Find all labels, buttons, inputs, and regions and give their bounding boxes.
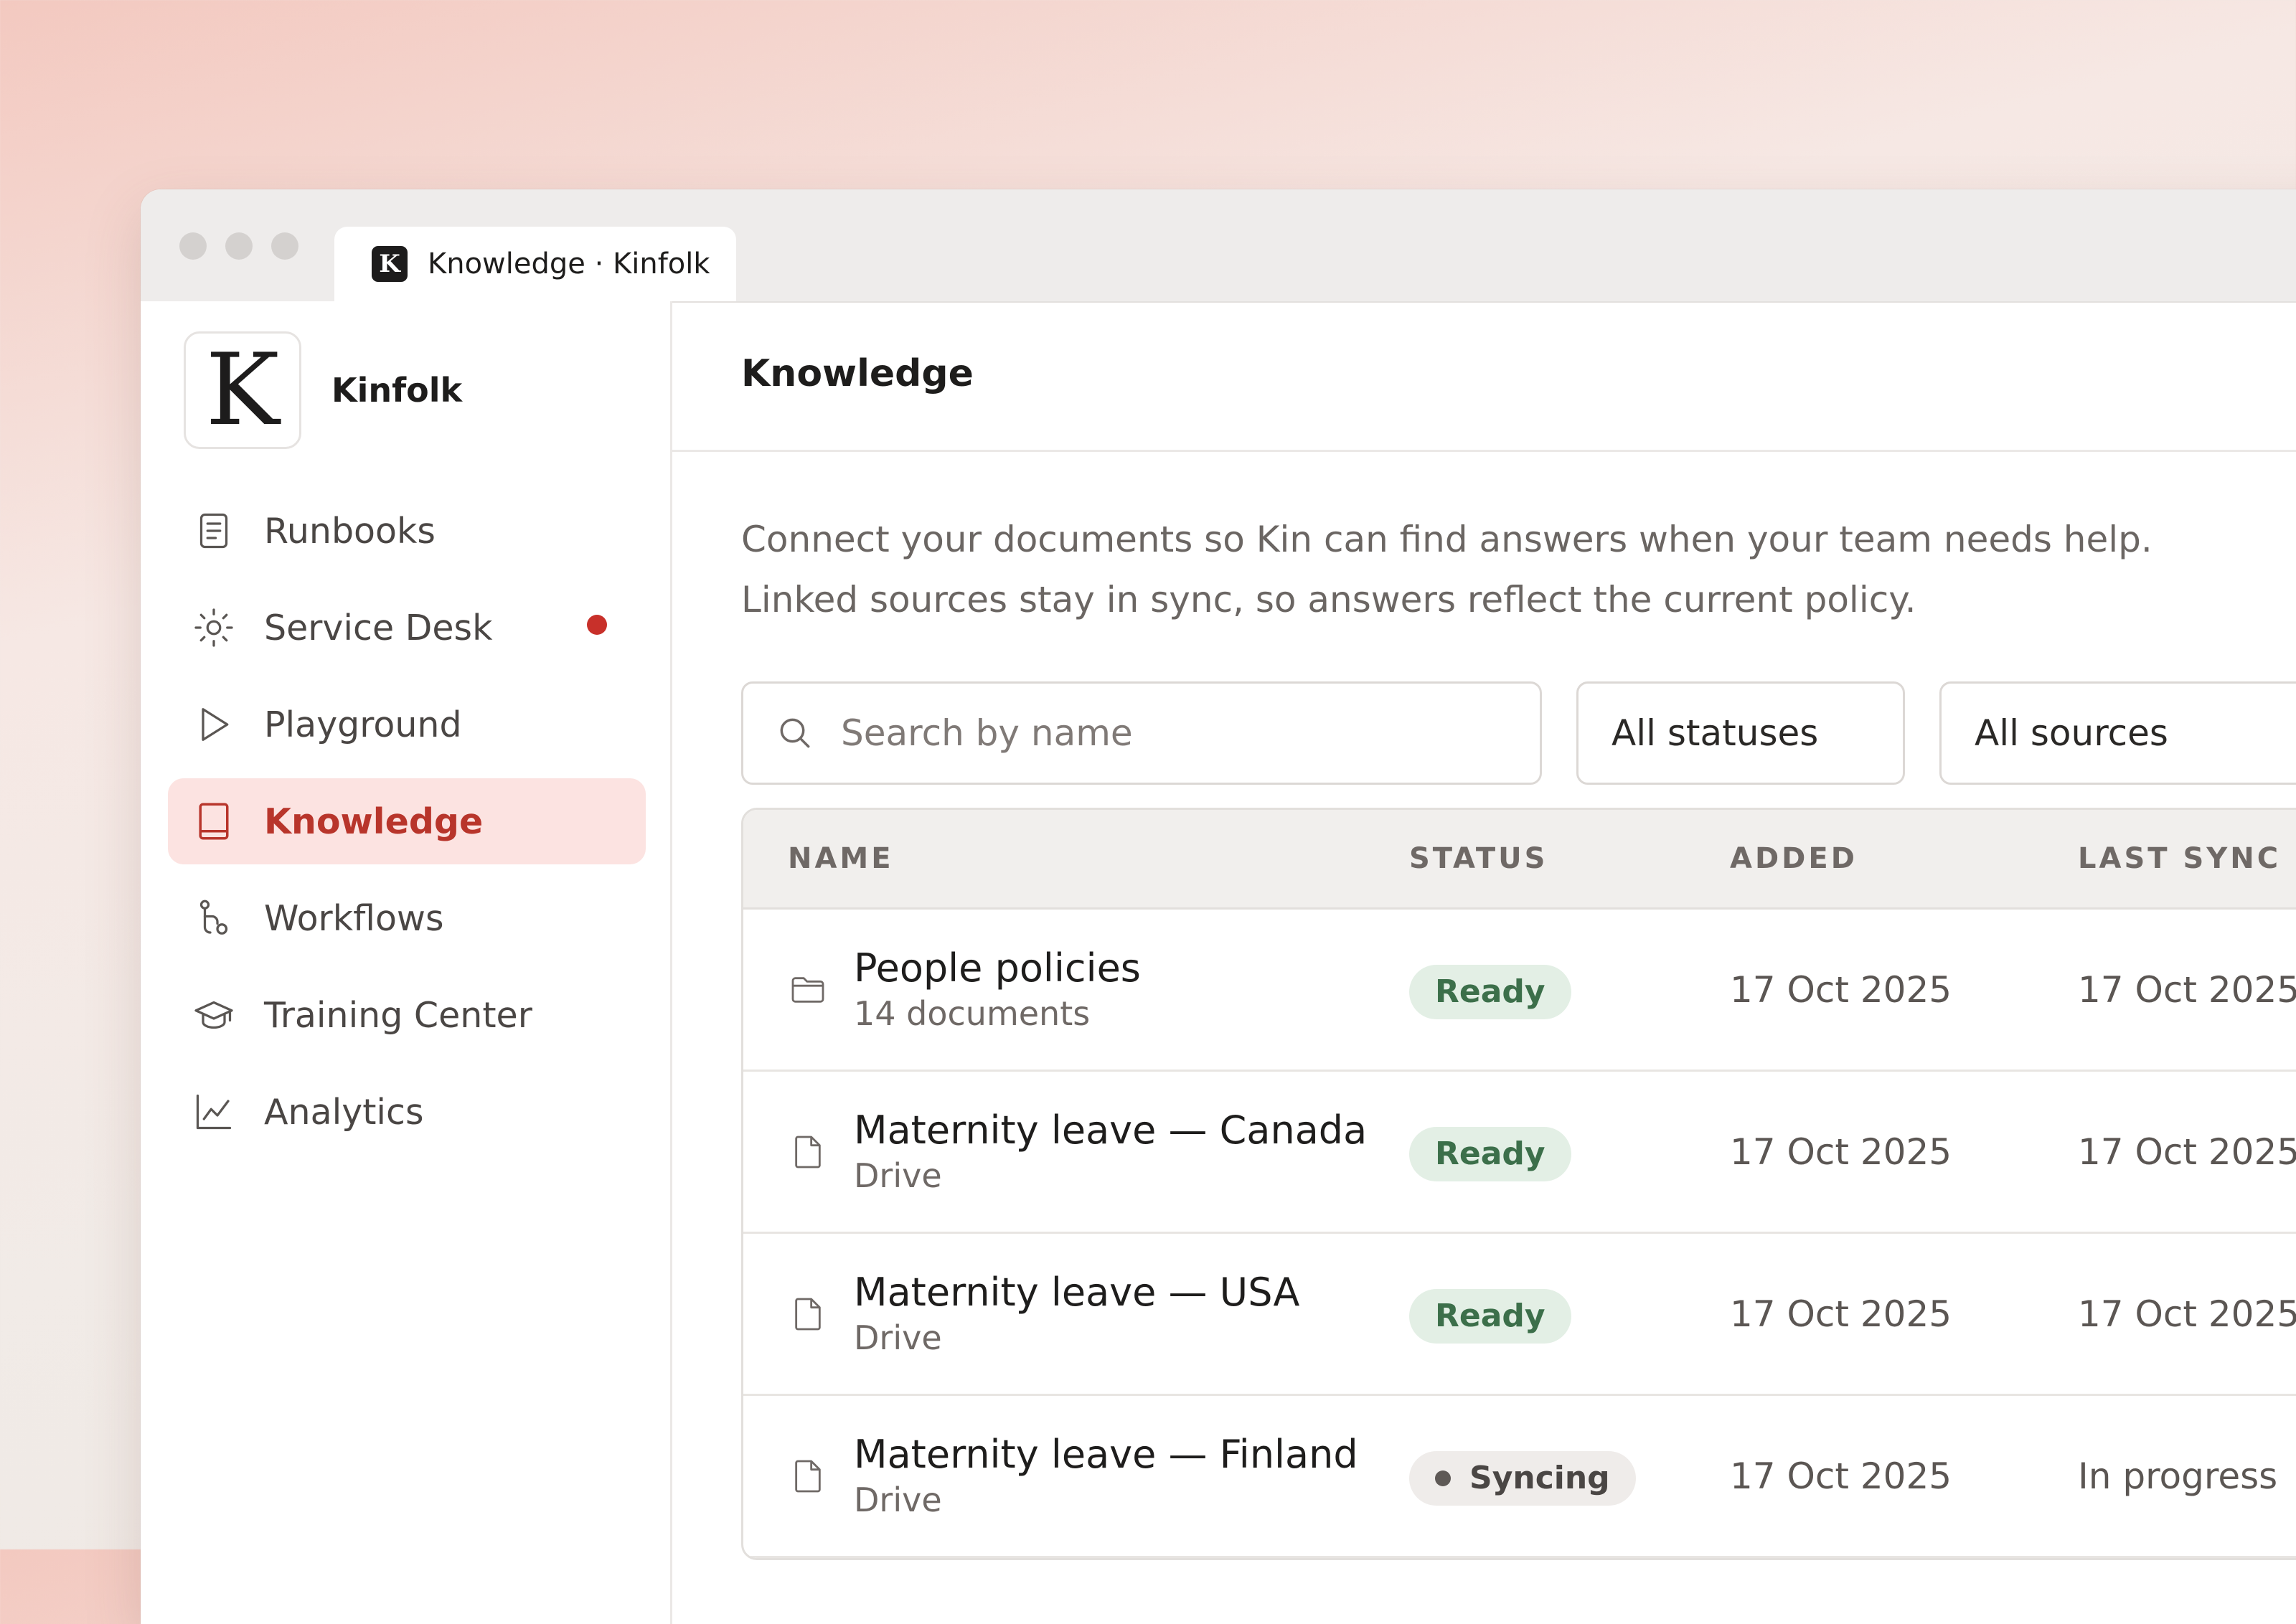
- sidebar: K Kinfolk Runbooks Service Desk Playgrou…: [141, 301, 672, 1624]
- sun-icon: [194, 608, 233, 647]
- status-cell: Syncing: [1409, 1396, 1636, 1556]
- brand[interactable]: K Kinfolk: [184, 331, 462, 449]
- name-cell: People policies 14 documents: [788, 910, 1141, 1070]
- row-title[interactable]: Maternity leave — Finland: [854, 1431, 1358, 1478]
- search-icon: [780, 718, 810, 748]
- sidebar-item-label: Service Desk: [264, 607, 493, 648]
- sidebar-item-runbooks[interactable]: Runbooks: [168, 488, 646, 574]
- page-title: Knowledge: [741, 351, 974, 395]
- minimize-window-button[interactable]: [225, 232, 253, 260]
- filter-bar: All statuses All sources: [741, 681, 2296, 785]
- table-header: NAME STATUS ADDED LAST SYNC: [743, 810, 2296, 910]
- book-icon: [199, 803, 229, 840]
- document-icon: [199, 513, 228, 549]
- last-sync-date: 17 Oct 2025: [2078, 1293, 2296, 1335]
- window-controls: [179, 232, 298, 260]
- status-badge: Ready: [1409, 1126, 1571, 1181]
- last-sync-date: 17 Oct 2025: [2078, 968, 2296, 1011]
- sidebar-item-analytics[interactable]: Analytics: [168, 1069, 646, 1155]
- main-content: Knowledge Connect your documents so Kin …: [672, 301, 2296, 1624]
- name-cell: Maternity leave — Canada Drive: [788, 1072, 1367, 1232]
- browser-tab[interactable]: K Knowledge · Kinfolk: [334, 227, 736, 301]
- file-icon: [795, 1298, 821, 1330]
- workflow-icon: [199, 900, 228, 935]
- browser-titlebar: K Knowledge · Kinfolk: [141, 189, 2296, 303]
- source-filter-select[interactable]: All sources: [1939, 681, 2296, 785]
- sidebar-item-knowledge[interactable]: Knowledge: [168, 778, 646, 864]
- row-subtitle: Drive: [854, 1156, 942, 1195]
- brand-name: Kinfolk: [331, 371, 463, 410]
- added-date: 17 Oct 2025: [1730, 1455, 1952, 1497]
- syncing-dot-icon: [1435, 1470, 1451, 1486]
- maximize-window-button[interactable]: [271, 232, 298, 260]
- table-row[interactable]: People policies 14 documents Ready 17 Oc…: [743, 910, 2296, 1072]
- browser-window: K Knowledge · Kinfolk K Kinfolk Runbooks…: [141, 189, 2296, 1624]
- name-cell: Maternity leave — Finland Drive: [788, 1396, 1358, 1556]
- page-description: Connect your documents so Kin can find a…: [741, 519, 2152, 620]
- sidebar-item-playground[interactable]: Playground: [168, 681, 646, 768]
- status-badge-label: Syncing: [1469, 1460, 1610, 1496]
- sidebar-item-label: Analytics: [264, 1091, 424, 1133]
- row-title[interactable]: Maternity leave — Canada: [854, 1107, 1367, 1154]
- status-badge: Ready: [1409, 1288, 1571, 1344]
- column-header-last-sync[interactable]: LAST SYNC: [2078, 810, 2281, 907]
- added-date: 17 Oct 2025: [1730, 968, 1952, 1011]
- row-subtitle: 14 documents: [854, 993, 1091, 1033]
- play-icon: [202, 708, 229, 741]
- folder-icon: [791, 976, 824, 1003]
- status-filter-value: All statuses: [1612, 712, 1819, 754]
- status-filter-select[interactable]: All statuses: [1576, 681, 1905, 785]
- file-icon: [795, 1136, 821, 1168]
- last-sync-date: In progress: [2078, 1455, 2278, 1497]
- source-filter-value: All sources: [1975, 712, 2168, 754]
- status-badge-syncing: Syncing: [1409, 1450, 1636, 1506]
- column-header-status[interactable]: STATUS: [1409, 810, 1548, 907]
- sidebar-item-workflows[interactable]: Workflows: [168, 875, 646, 961]
- file-icon: [795, 1460, 821, 1492]
- knowledge-table: NAME STATUS ADDED LAST SYNC People polic…: [741, 808, 2296, 1560]
- status-badge: Ready: [1409, 964, 1571, 1019]
- status-cell: Ready: [1409, 910, 1571, 1070]
- sidebar-item-label: Playground: [264, 704, 462, 745]
- brand-logo: K: [184, 331, 301, 449]
- last-sync-date: 17 Oct 2025: [2078, 1130, 2296, 1173]
- added-date: 17 Oct 2025: [1730, 1130, 1952, 1173]
- notification-dot: [587, 615, 607, 635]
- column-header-name[interactable]: NAME: [788, 810, 894, 907]
- page-header: Knowledge: [672, 301, 2296, 452]
- graduation-cap-icon: [194, 1001, 233, 1029]
- table-row[interactable]: Maternity leave — Finland Drive Syncing …: [743, 1396, 2296, 1558]
- row-title[interactable]: Maternity leave — USA: [854, 1269, 1299, 1316]
- column-header-added[interactable]: ADDED: [1730, 810, 1858, 907]
- sidebar-item-label: Runbooks: [264, 510, 436, 552]
- close-window-button[interactable]: [179, 232, 207, 260]
- sidebar-item-label: Training Center: [264, 994, 532, 1036]
- status-cell: Ready: [1409, 1072, 1571, 1232]
- search-box[interactable]: [741, 681, 1542, 785]
- row-title[interactable]: People policies: [854, 945, 1141, 992]
- sidebar-item-training-center[interactable]: Training Center: [168, 972, 646, 1058]
- line-chart-icon: [196, 1094, 232, 1130]
- table-row[interactable]: Maternity leave — Canada Drive Ready 17 …: [743, 1072, 2296, 1234]
- sidebar-item-label: Workflows: [264, 897, 444, 939]
- status-cell: Ready: [1409, 1234, 1571, 1394]
- added-date: 17 Oct 2025: [1730, 1293, 1952, 1335]
- favicon: K: [372, 246, 408, 282]
- search-input[interactable]: [839, 712, 1488, 755]
- name-cell: Maternity leave — USA Drive: [788, 1234, 1299, 1394]
- sidebar-item-label: Knowledge: [264, 801, 484, 842]
- row-subtitle: Drive: [854, 1480, 942, 1519]
- tab-title: Knowledge · Kinfolk: [428, 247, 710, 280]
- sidebar-item-service-desk[interactable]: Service Desk: [168, 585, 646, 671]
- row-subtitle: Drive: [854, 1318, 942, 1357]
- sidebar-nav: Runbooks Service Desk Playground Knowled…: [168, 488, 646, 1166]
- table-row[interactable]: Maternity leave — USA Drive Ready 17 Oct…: [743, 1234, 2296, 1396]
